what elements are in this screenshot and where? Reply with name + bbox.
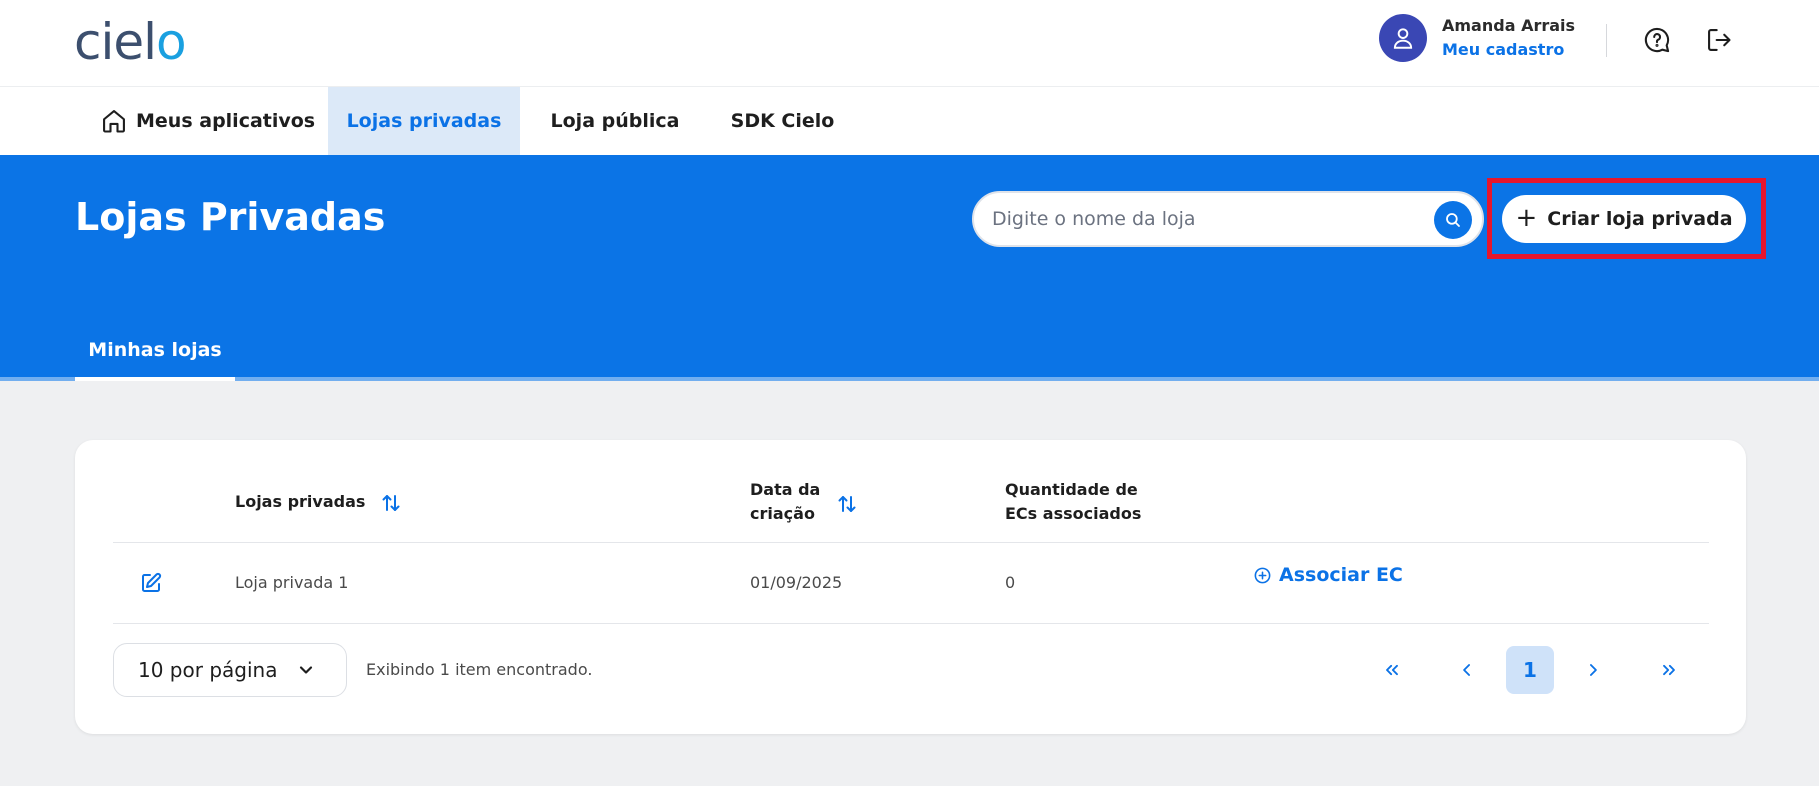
tab-baseline (0, 377, 1819, 381)
header-label-line2: ECs associados (1005, 504, 1142, 523)
plus-icon: + (1515, 202, 1538, 233)
nav-label: Lojas privadas (346, 110, 502, 132)
nav-label: Loja pública (550, 110, 680, 132)
nav-label: Meus aplicativos (136, 110, 316, 132)
nav-item-meus-aplicativos[interactable]: Meus aplicativos (78, 87, 328, 155)
main-nav: Meus aplicativos Lojas privadas Loja púb… (0, 87, 1819, 155)
nav-label: SDK Cielo (730, 110, 835, 132)
logout-icon[interactable] (1705, 26, 1733, 54)
results-count: Exibindo 1 item encontrado. (366, 660, 593, 679)
double-chevron-left-icon (1386, 664, 1398, 676)
column-header-name[interactable]: Lojas privadas (235, 490, 403, 515)
double-chevron-right-icon (1663, 664, 1675, 676)
search-button[interactable] (1434, 201, 1472, 239)
associate-ec-link[interactable]: Associar EC (1253, 564, 1403, 586)
create-private-store-button[interactable]: + Criar loja privada (1502, 195, 1746, 243)
ec-count-cell: 0 (1005, 573, 1016, 592)
user-info: Amanda Arrais Meu cadastro (1442, 14, 1575, 62)
first-page-button[interactable] (1368, 646, 1416, 694)
nav-item-sdk-cielo[interactable]: SDK Cielo (710, 87, 855, 155)
header-label-line2: criação (750, 495, 859, 526)
cielo-logo[interactable]: cielo (74, 13, 187, 71)
prev-page-button[interactable] (1443, 646, 1491, 694)
header-label: Lojas privadas (235, 492, 366, 511)
user-menu[interactable]: Amanda Arrais Meu cadastro (1379, 14, 1575, 62)
page-hero: Lojas Privadas + Criar loja privada Minh… (0, 155, 1819, 381)
tab-minhas-lojas[interactable]: Minhas lojas (75, 323, 235, 381)
column-header-date[interactable]: Data da criação (750, 478, 859, 526)
last-page-button[interactable] (1645, 646, 1693, 694)
avatar[interactable] (1379, 14, 1427, 62)
page-1-button[interactable]: 1 (1506, 646, 1554, 694)
chevron-right-icon (1590, 664, 1597, 676)
associate-ec-label: Associar EC (1279, 564, 1403, 586)
nav-item-loja-publica[interactable]: Loja pública (520, 87, 710, 155)
sort-icon[interactable] (379, 491, 403, 515)
nav-item-lojas-privadas[interactable]: Lojas privadas (328, 87, 520, 155)
home-icon (103, 110, 125, 133)
profile-link[interactable]: Meu cadastro (1442, 38, 1575, 62)
header-divider-line (113, 542, 1709, 543)
header-label-line1: Quantidade de (1005, 480, 1138, 499)
user-icon (1393, 28, 1413, 49)
next-page-button[interactable] (1569, 646, 1617, 694)
column-header-quantity: Quantidade de ECs associados (1005, 478, 1141, 526)
search-input[interactable] (992, 201, 1412, 237)
stores-table-card: Lojas privadas Data da criação Quantidad… (75, 440, 1746, 734)
search-box (972, 191, 1484, 247)
top-header: cielo Amanda Arrais Meu cadastro (0, 0, 1819, 87)
plus-circle-icon (1254, 567, 1271, 583)
chevron-left-icon (1463, 664, 1470, 676)
logo-accent: o (156, 13, 187, 71)
create-button-label: Criar loja privada (1547, 208, 1733, 230)
per-page-select[interactable]: 10 por página (113, 643, 347, 697)
edit-icon[interactable] (139, 571, 163, 595)
tab-label: Minhas lojas (88, 339, 222, 361)
chevron-down-icon (299, 666, 313, 674)
per-page-value: 10 por página (138, 658, 278, 682)
page-title: Lojas Privadas (75, 195, 386, 239)
header-divider (1606, 24, 1607, 57)
sort-icon[interactable] (835, 492, 859, 516)
logo-text: ciel (74, 13, 157, 71)
row-divider-line (113, 623, 1709, 624)
user-name: Amanda Arrais (1442, 16, 1576, 35)
help-chat-icon[interactable] (1643, 26, 1671, 54)
search-icon (1446, 213, 1460, 227)
store-name-cell: Loja privada 1 (235, 573, 349, 592)
creation-date-cell: 01/09/2025 (750, 573, 843, 592)
